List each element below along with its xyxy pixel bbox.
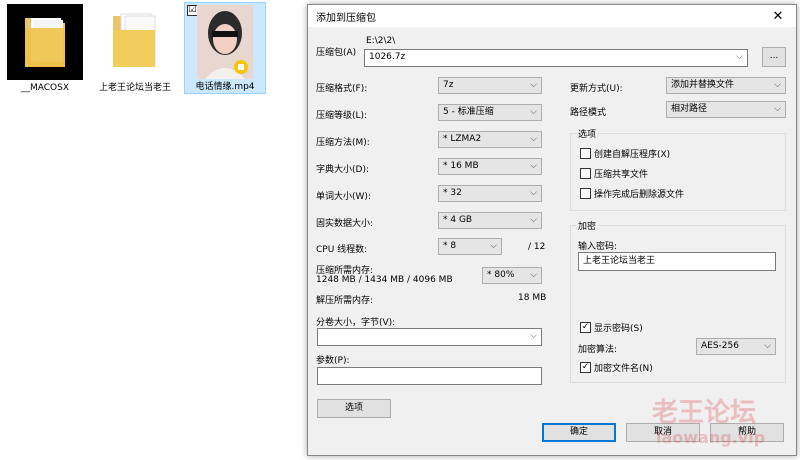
checkbox-icon xyxy=(580,188,591,199)
checkmark-icon: ✓ xyxy=(580,322,591,333)
show-password-checkbox[interactable]: ✓ 显示密码(S) xyxy=(580,321,643,334)
enc-method-label: 加密算法: xyxy=(578,345,618,355)
chevron-down-icon: ⌵ xyxy=(530,270,537,280)
solid-select[interactable]: * 4 GB ⌵ xyxy=(438,212,542,229)
shared-checkbox[interactable]: 压缩共享文件 xyxy=(580,167,648,180)
dialog-titlebar: 添加到压缩包 ✕ xyxy=(308,5,796,27)
level-label: 压缩等级(L): xyxy=(316,111,368,121)
options-button[interactable]: 选项 xyxy=(317,399,391,418)
chevron-down-icon: ⌵ xyxy=(774,104,781,114)
desktop-folder-macosx[interactable]: __MACOSX xyxy=(4,4,86,94)
show-password-label: 显示密码(S) xyxy=(594,324,643,334)
split-combobox[interactable]: ⌵ xyxy=(317,328,542,346)
format-value: 7z xyxy=(443,80,454,90)
dict-value: * 16 MB xyxy=(443,161,479,171)
archive-label: 压缩包(A) xyxy=(316,48,357,58)
mem-usage-value: * 80% xyxy=(487,270,515,280)
password-label: 输入密码: xyxy=(578,242,618,252)
solid-value: * 4 GB xyxy=(443,215,473,225)
dialog-title: 添加到压缩包 xyxy=(316,12,376,24)
chevron-down-icon: ⌵ xyxy=(530,331,537,341)
update-label: 更新方式(U): xyxy=(570,84,623,94)
cpu-select[interactable]: * 8 ⌵ xyxy=(438,238,502,255)
desktop-file-video[interactable]: ☑ 电话情缘.mp4 xyxy=(184,2,266,94)
chevron-down-icon: ⌵ xyxy=(774,80,781,90)
encrypt-names-checkbox[interactable]: ✓ 加密文件名(N) xyxy=(580,361,653,374)
folder-icon xyxy=(7,4,83,80)
folder-icon xyxy=(97,4,173,80)
chevron-down-icon: ⌵ xyxy=(530,161,537,171)
level-value: 5 - 标准压缩 xyxy=(443,107,494,117)
mem-decomp-value: 18 MB xyxy=(518,293,547,303)
update-select[interactable]: 添加并替换文件 ⌵ xyxy=(666,77,786,94)
mem-comp-detail: 1248 MB / 1434 MB / 4096 MB xyxy=(316,275,453,285)
format-label: 压缩格式(F): xyxy=(316,84,368,94)
chevron-down-icon: ⌵ xyxy=(736,52,743,62)
pathmode-select[interactable]: 相对路径 ⌵ xyxy=(666,101,786,118)
chevron-down-icon: ⌵ xyxy=(530,188,537,198)
mem-usage-select[interactable]: * 80% ⌵ xyxy=(482,267,542,284)
dict-label: 字典大小(D): xyxy=(316,165,369,175)
pathmode-label: 路径模式 xyxy=(570,108,607,118)
browse-button[interactable]: ... xyxy=(762,47,786,67)
archive-filename: 1026.7z xyxy=(369,52,406,62)
mem-decomp-label: 解压所需内存: xyxy=(316,296,374,306)
method-label: 压缩方法(M): xyxy=(316,138,370,148)
dict-select[interactable]: * 16 MB ⌵ xyxy=(438,158,542,175)
solid-label: 固实数据大小: xyxy=(316,219,374,229)
add-to-archive-dialog: 添加到压缩包 ✕ 压缩包(A) E:\2\2\ 1026.7z ⌵ ... 压缩… xyxy=(307,4,797,456)
enc-method-value: AES-256 xyxy=(701,341,739,351)
archive-path: E:\2\2\ xyxy=(366,36,396,46)
checkbox-icon xyxy=(580,148,591,159)
checkmark-icon: ✓ xyxy=(580,362,591,373)
format-select[interactable]: 7z ⌵ xyxy=(438,77,542,94)
cpu-value: * 8 xyxy=(443,241,457,251)
desktop-icon-label: 电话情缘.mp4 xyxy=(195,82,255,92)
archive-filename-combobox[interactable]: 1026.7z ⌵ xyxy=(364,49,748,67)
password-input[interactable]: 上老王论坛当老王 xyxy=(578,252,776,271)
encrypt-names-label: 加密文件名(N) xyxy=(594,364,653,374)
chevron-down-icon: ⌵ xyxy=(530,134,537,144)
watermark-url: laowang.vip xyxy=(656,428,766,447)
sfx-label: 创建自解压程序(X) xyxy=(594,150,671,160)
enc-method-select[interactable]: AES-256 ⌵ xyxy=(696,338,776,355)
chevron-down-icon: ⌵ xyxy=(530,80,537,90)
options-group-title: 选项 xyxy=(576,127,599,140)
chevron-down-icon: ⌵ xyxy=(764,341,771,351)
cpu-label: CPU 线程数: xyxy=(316,245,368,255)
video-thumbnail-image xyxy=(197,5,253,79)
cpu-max: / 12 xyxy=(528,242,546,252)
method-value: * LZMA2 xyxy=(443,134,482,144)
update-value: 添加并替换文件 xyxy=(671,80,735,90)
checkbox-icon xyxy=(580,168,591,179)
word-value: * 32 xyxy=(443,188,462,198)
sfx-checkbox[interactable]: 创建自解压程序(X) xyxy=(580,147,670,160)
level-select[interactable]: 5 - 标准压缩 ⌵ xyxy=(438,104,542,121)
delete-source-label: 操作完成后删除源文件 xyxy=(594,190,685,200)
delete-source-checkbox[interactable]: 操作完成后删除源文件 xyxy=(580,187,684,200)
ok-button[interactable]: 确定 xyxy=(542,423,616,442)
chevron-down-icon: ⌵ xyxy=(530,107,537,117)
params-label: 参数(P): xyxy=(316,356,350,366)
watermark-text: 老王论坛 xyxy=(652,398,757,428)
encryption-group-title: 加密 xyxy=(576,219,599,232)
method-select[interactable]: * LZMA2 ⌵ xyxy=(438,131,542,148)
pathmode-value: 相对路径 xyxy=(671,104,708,114)
desktop-folder-shanglaowang[interactable]: 上老王论坛当老王 xyxy=(94,4,176,94)
chevron-down-icon: ⌵ xyxy=(490,241,497,251)
split-label: 分卷大小，字节(V): xyxy=(316,318,396,328)
desktop-icon-label: 上老王论坛当老王 xyxy=(98,83,171,93)
params-input[interactable] xyxy=(317,367,542,385)
close-icon[interactable]: ✕ xyxy=(768,9,788,24)
chevron-down-icon: ⌵ xyxy=(530,215,537,225)
desktop-icon-label: __MACOSX xyxy=(20,83,69,93)
shared-label: 压缩共享文件 xyxy=(594,170,649,180)
word-select[interactable]: * 32 ⌵ xyxy=(438,185,542,202)
word-label: 单词大小(W): xyxy=(316,192,371,202)
